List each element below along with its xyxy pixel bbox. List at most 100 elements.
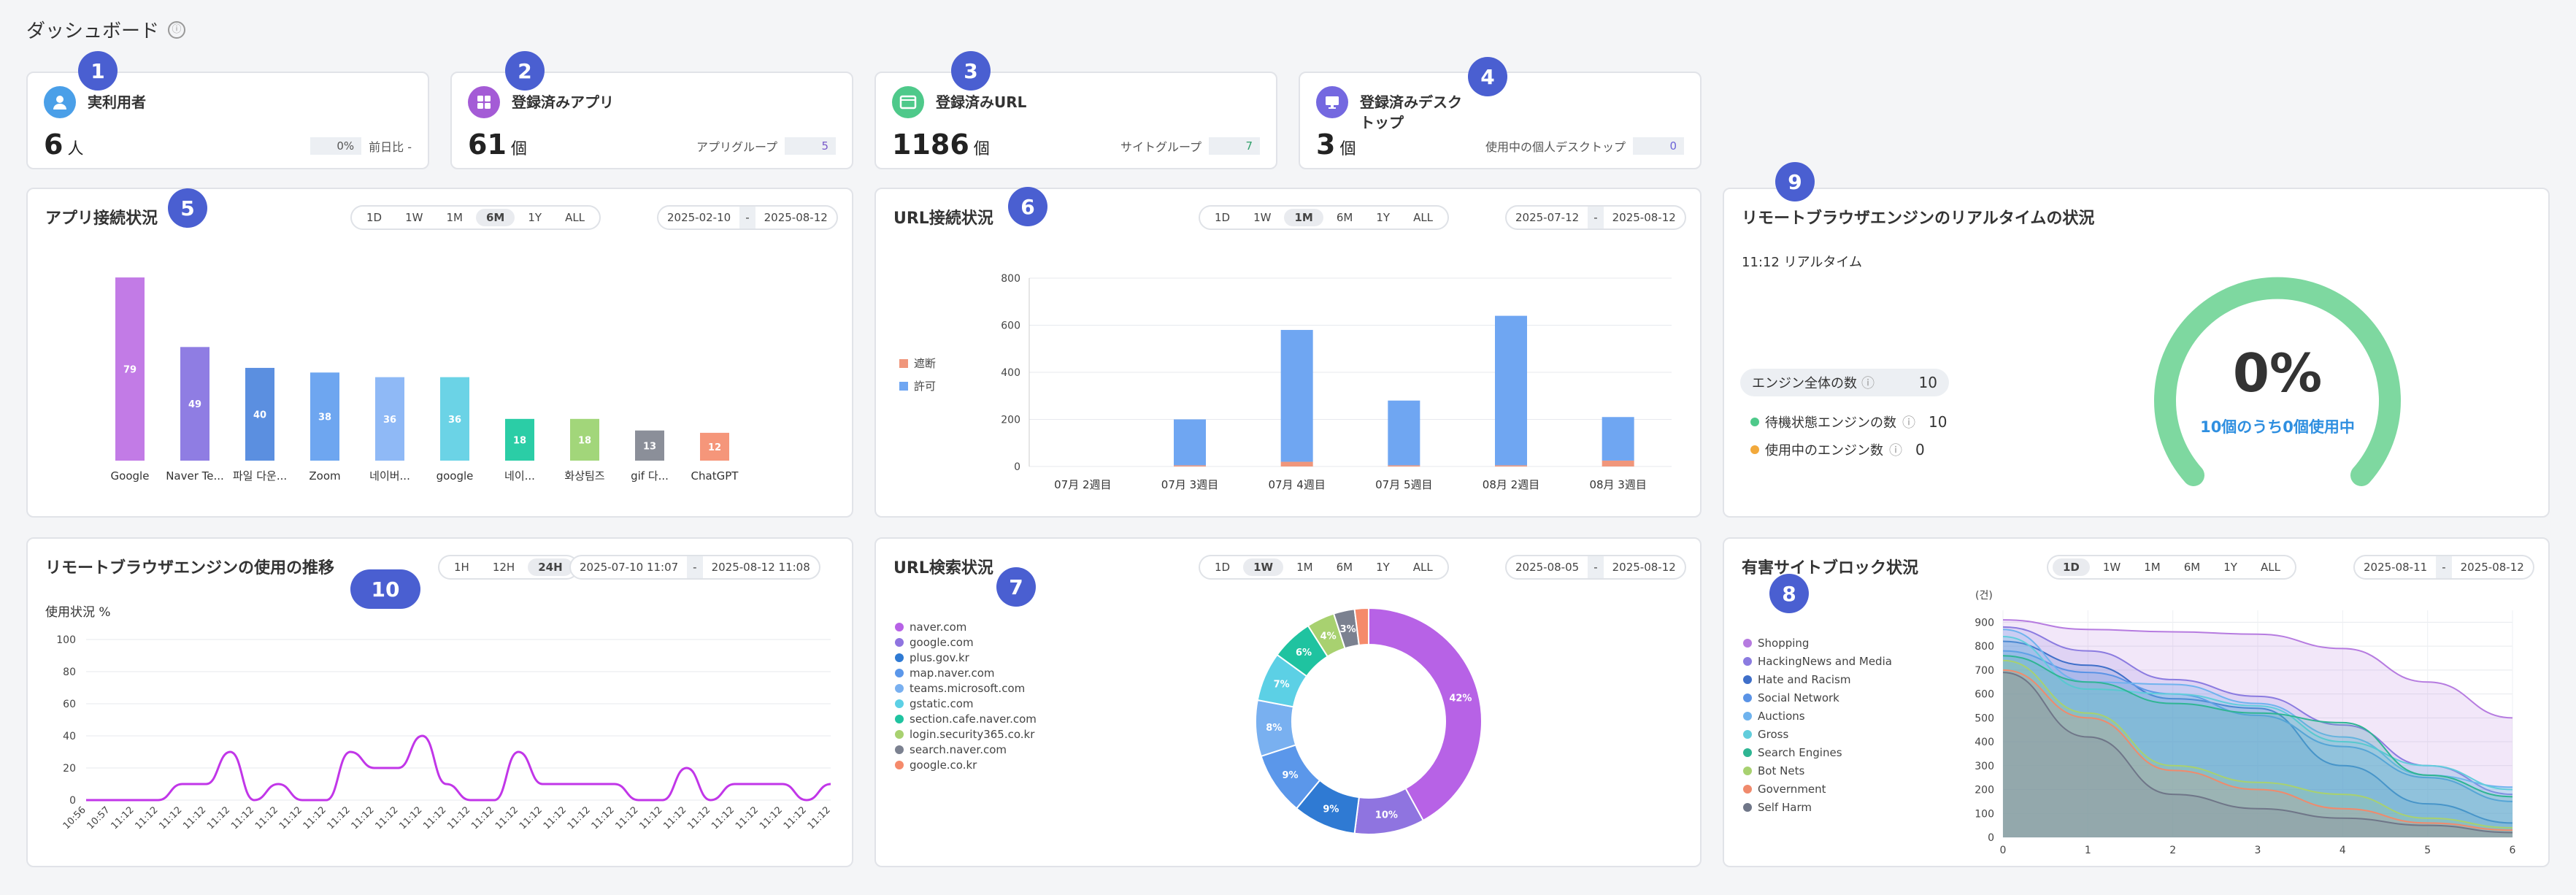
date-from[interactable]: 2025-07-12 [1507, 211, 1588, 224]
slice-label: 8% [1266, 723, 1282, 734]
period-all[interactable]: ALL [1403, 558, 1443, 576]
x-tick-label: 네이버... [369, 469, 410, 483]
legend-item: Government [1743, 780, 1892, 798]
period-all[interactable]: ALL [555, 209, 595, 226]
x-tick-label: 1 [2085, 845, 2091, 856]
x-tick-label: 07月 5週目 [1375, 478, 1432, 491]
kpi-card-registered-urls[interactable]: 登録済みURL 1186 個 サイトグループ 7 [874, 72, 1277, 169]
legend-item: Social Network [1743, 688, 1892, 707]
info-icon[interactable]: ⓘ [168, 20, 186, 39]
period-6m[interactable]: 6M [475, 209, 515, 226]
x-tick-label: 11:12 [758, 804, 785, 831]
legend-label: Social Network [1758, 691, 1839, 704]
bar-value-label: 38 [318, 412, 331, 423]
date-from[interactable]: 2025-08-11 [2355, 561, 2436, 574]
date-to[interactable]: 2025-08-12 11:08 [703, 561, 819, 574]
legend-dot [895, 729, 904, 739]
legend-label: Gross [1758, 727, 1789, 741]
date-from[interactable]: 2025-08-05 [1507, 561, 1588, 574]
period-12h[interactable]: 12H [482, 558, 525, 576]
x-tick-label: 11:12 [518, 804, 545, 831]
period-1y[interactable]: 1Y [1366, 558, 1400, 576]
date-range[interactable]: 2025-08-11- 2025-08-12 [2353, 555, 2534, 580]
period-1d[interactable]: 1D [1204, 558, 1240, 576]
date-range[interactable]: 2025-07-10 11:07- 2025-08-12 11:08 [569, 555, 820, 580]
y-tick-label: 400 [1975, 737, 1994, 748]
period-all[interactable]: ALL [2250, 558, 2291, 576]
period-1m[interactable]: 1M [2134, 558, 2171, 576]
x-tick-label: 11:12 [181, 804, 208, 831]
x-tick-label: 화상팀즈 [564, 469, 604, 483]
date-range[interactable]: 2025-08-05- 2025-08-12 [1505, 555, 1686, 580]
period-1y[interactable]: 1Y [1366, 209, 1400, 226]
period-1d[interactable]: 1D [1204, 209, 1240, 226]
x-tick-label: 11:12 [734, 804, 761, 831]
legend-item: HackingNews and Media [1743, 652, 1892, 670]
slice-label: 42% [1449, 694, 1472, 704]
harmful-block-chart: (건) 0 100 200 300 400 500 600 700 800 900 0 1 2 3 4 5 6 [1975, 590, 2515, 856]
bar-segment [1495, 465, 1527, 466]
badge-10: 10 [350, 569, 420, 609]
period-1m[interactable]: 1M [1284, 209, 1323, 226]
period-1w[interactable]: 1W [395, 209, 433, 226]
y-tick-label: 800 [1975, 641, 1994, 653]
app-connection-card: アプリ接続状況 1D 1W 1M 6M 1Y ALL 2025-02-10- 2… [26, 188, 853, 518]
date-from[interactable]: 2025-02-10 [658, 211, 739, 224]
legend-item: search.naver.com [895, 742, 1037, 757]
y-tick-label: 0 [69, 795, 76, 807]
legend-item: Self Harm [1743, 798, 1892, 816]
period-6m[interactable]: 6M [2174, 558, 2211, 576]
legend-item: gstatic.com [895, 696, 1037, 711]
kpi-label: 実利用者 [88, 93, 146, 111]
period-1d[interactable]: 1D [2053, 558, 2090, 576]
x-tick-label: 10:57 [85, 804, 112, 831]
period-1m[interactable]: 1M [436, 209, 473, 226]
date-range[interactable]: 2025-07-12- 2025-08-12 [1505, 205, 1686, 230]
y-tick-label: 300 [1975, 761, 1994, 772]
period-6m[interactable]: 6M [1326, 209, 1364, 226]
legend-label: login.security365.co.kr [910, 727, 1035, 741]
period-1h[interactable]: 1H [444, 558, 480, 576]
period-1w[interactable]: 1W [1243, 209, 1281, 226]
date-range[interactable]: 2025-02-10- 2025-08-12 [657, 205, 838, 230]
kpi-label: 登録済みデスク トップ [1360, 93, 1462, 131]
engine-usage-trend-card: リモートブラウザエンジンの使用の推移 1H 12H 24H 2025-07-10… [26, 537, 853, 867]
period-1d[interactable]: 1D [356, 209, 392, 226]
x-tick-label: 11:12 [277, 804, 304, 831]
kpi-card-registered-apps[interactable]: 登録済みアプリ 61 個 アプリグループ 5 [450, 72, 853, 169]
x-tick-label: 11:12 [445, 804, 472, 831]
slice-label: 4% [1320, 631, 1337, 642]
legend-label: naver.com [910, 620, 967, 634]
date-to[interactable]: 2025-08-12 [2452, 561, 2533, 574]
used-engine-row: 使用中のエンジン数 ⓘ 0 [1750, 440, 1925, 459]
x-tick-label: 10:56 [61, 804, 88, 831]
x-tick-label: 11:12 [637, 804, 664, 831]
date-to[interactable]: 2025-08-12 [756, 211, 837, 224]
x-tick-label: 11:12 [590, 804, 617, 831]
period-all[interactable]: ALL [1403, 209, 1443, 226]
period-6m[interactable]: 6M [1326, 558, 1364, 576]
x-tick-label: 11:12 [710, 804, 737, 831]
legend-dot [1743, 693, 1752, 702]
badge-9: 9 [1775, 162, 1815, 201]
bar-segment [1280, 329, 1313, 462]
url-connection-card: URL接続状況 1D 1W 1M 6M 1Y ALL 2025-07-12- 2… [874, 188, 1702, 518]
period-1w[interactable]: 1W [1243, 558, 1284, 576]
browser-icon [892, 86, 924, 118]
date-to[interactable]: 2025-08-12 [1604, 211, 1685, 224]
period-1y[interactable]: 1Y [2213, 558, 2248, 576]
period-1y[interactable]: 1Y [518, 209, 552, 226]
date-from[interactable]: 2025-07-10 11:07 [571, 561, 687, 574]
date-to[interactable]: 2025-08-12 [1604, 561, 1685, 574]
legend-dot [1743, 675, 1752, 684]
card-title: リモートブラウザエンジンのリアルタイムの状況 [1742, 210, 2095, 228]
period-24h[interactable]: 24H [528, 558, 573, 576]
gauge-caption: 10個のうち0個使用中 [2200, 418, 2355, 436]
bar-value-label: 40 [253, 410, 266, 420]
period-1w[interactable]: 1W [2093, 558, 2131, 576]
x-tick-label: 11:12 [109, 804, 137, 831]
legend-label: Shopping [1758, 636, 1810, 650]
y-tick-label: 40 [63, 731, 76, 742]
kpi-value: 3個 [1316, 128, 1356, 161]
period-1m[interactable]: 1M [1286, 558, 1323, 576]
